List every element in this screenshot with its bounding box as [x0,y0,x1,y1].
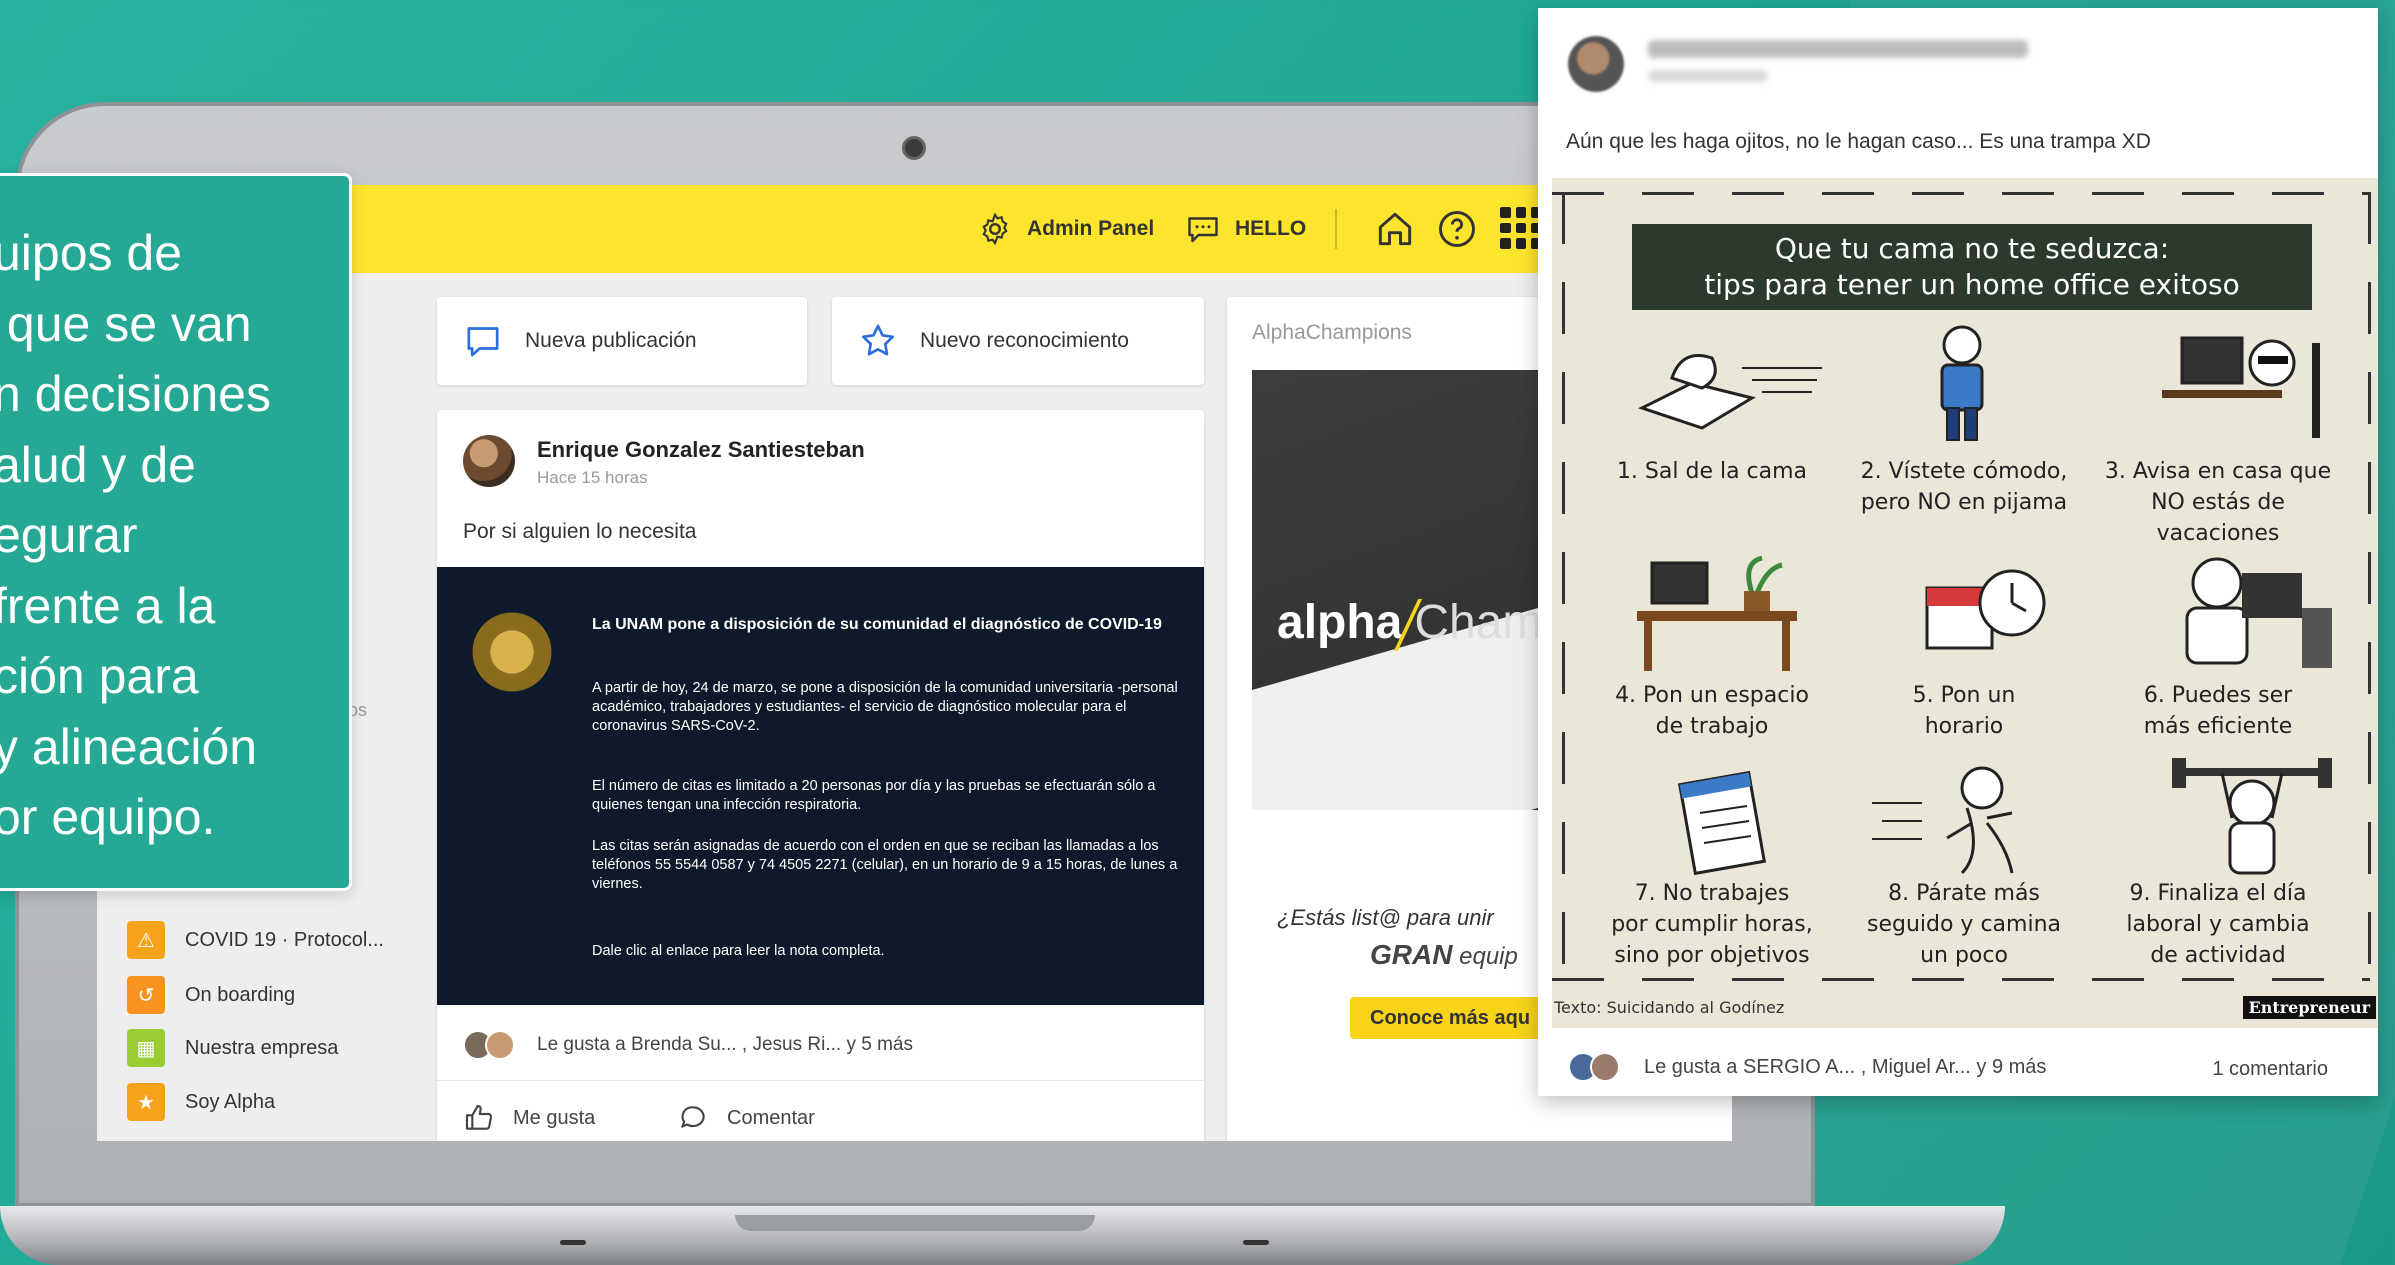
image-paragraph: Dale clic al enlace para leer la nota co… [592,943,885,959]
poster-credit: Texto: Suicidando al Godínez [1554,998,1785,1017]
help-icon[interactable] [1435,207,1479,251]
liker-avatars [463,1030,519,1060]
tip-7: 7. No trabajes por cumplir horas, sino p… [1611,881,1813,968]
tip-5: 5. Pon un horario [1912,683,2016,739]
bed-icon [1638,354,1822,430]
sidebar-item-soy-alpha[interactable]: ★ Soy Alpha [127,1082,275,1122]
image-title: La UNAM pone a disposición de su comunid… [592,616,1162,633]
tip-6: 6. Puedes ser más eficiente [2143,683,2293,739]
laptop-camera [902,136,926,160]
onboarding-icon: ↺ [127,976,165,1014]
gear-icon [982,212,1008,246]
building-icon: ▦ [127,1029,165,1067]
sidebar-item-label: COVID 19 · Protocol... [185,928,384,951]
hello-label: HELLO [1235,217,1307,240]
likes-row[interactable]: Le gusta a SERGIO A... , Miguel Ar... y … [1568,1052,2046,1082]
comment-icon [681,1106,705,1128]
admin-panel-label: Admin Panel [1027,217,1155,240]
new-recognition-label: Nuevo reconocimiento [920,329,1129,352]
sidebar-item-label: On boarding [185,983,296,1006]
laptop-foot [560,1240,586,1245]
weightlifting-icon [2172,758,2332,875]
post-image[interactable]: La UNAM pone a disposición de su comunid… [437,567,1204,1005]
likes-text: Le gusta a SERGIO A... , Miguel Ar... y … [1644,1055,2047,1078]
walking-icon [1872,766,2014,875]
tip-2: 2. Vístete cómodo, pero NO en pijama [1860,459,2068,515]
chat-icon [1188,217,1218,243]
sidebar-item-onboarding[interactable]: ↺ On boarding [127,975,295,1015]
sidebar-item-covid[interactable]: ⚠ COVID 19 · Protocol... [127,920,384,960]
laptop-notch [735,1215,1095,1231]
entrepreneur-logo: Entrepreneur [2242,996,2376,1019]
likes-text: Le gusta a Brenda Su... , Jesus Ri... y … [537,1034,913,1055]
new-post-label: Nueva publicación [525,329,697,352]
topbar-divider [1335,209,1337,249]
floating-post-card: Aún que les haga ojitos, no le hagan cas… [1538,8,2378,1096]
post-card: Enrique Gonzalez Santiesteban Hace 15 ho… [437,410,1204,1141]
image-paragraph: El número de citas es limitado a 20 pers… [592,778,1156,813]
post-time: Hace 15 horas [537,468,648,487]
hello-link[interactable]: HELLO [1185,205,1306,253]
image-paragraph: A partir de hoy, 24 de marzo, se pone a … [592,680,1178,734]
sidebar-item-nuestra-empresa[interactable]: ▦ Nuestra empresa [127,1028,338,1068]
alphachampions-logo: alpha Champ [1277,595,1569,652]
thumbs-up-icon [465,1104,493,1130]
home-office-poster[interactable]: Que tu cama no te seduzca: tips para ten… [1552,178,2378,1028]
admin-panel-link[interactable]: Admin Panel [977,205,1154,253]
post-divider [437,1080,1204,1081]
promo-question: ¿Estás list@ para unir [1277,905,1494,930]
post-author[interactable]: Enrique Gonzalez Santiesteban [537,437,865,463]
callout-box: uipos de que se van n decisiones alud y … [0,173,352,891]
poster-title: Que tu cama no te seduzca: tips para ten… [1632,224,2312,310]
apps-grid-icon[interactable] [1500,207,1542,249]
liker-avatars [1568,1052,1624,1082]
protocol-icon: ⚠ [127,921,165,959]
tip-4: 4. Pon un espacio de trabajo [1615,683,1809,739]
image-paragraph: Las citas serán asignadas de acuerdo con… [592,838,1178,892]
chat-bubble-icon [467,327,499,357]
home-icon[interactable] [1373,207,1417,251]
blurred-author-name [1648,40,2028,58]
new-recognition-button[interactable]: Nuevo reconocimiento [832,297,1204,385]
checklist-icon [1677,770,1767,876]
tip-3: 3. Avisa en casa que NO estás de vacacio… [2104,459,2332,546]
card-title: AlphaChampions [1252,321,1412,344]
tip-1: 1. Sal de la cama [1616,459,1808,484]
sidebar-item-label: Nuestra empresa [185,1036,339,1059]
post-text: Por si alguien lo necesita [463,520,697,543]
calendar-clock-icon [1925,569,2046,650]
poster-border-top [1552,192,2370,195]
blurred-post-time [1648,70,1768,82]
poster-border-left [1562,192,1565,978]
desk-worker-icon [2162,336,2320,438]
post-caption: Aún que les haga ojitos, no le hagan cas… [1566,130,2151,153]
avatar[interactable] [463,435,515,487]
tip-8: 8. Párate más seguido y camina un poco [1867,881,2061,968]
like-label: Me gusta [513,1106,596,1129]
avatar[interactable] [1568,36,1624,92]
efficient-worker-icon [2185,557,2332,668]
new-post-button[interactable]: Nueva publicación [437,297,807,385]
likes-row[interactable]: Le gusta a Brenda Su... , Jesus Ri... y … [463,1030,913,1060]
like-button[interactable]: Me gusta [463,1102,595,1134]
comment-button[interactable]: Comentar [677,1102,815,1134]
sidebar-item-label: Soy Alpha [185,1090,276,1113]
dressed-person-icon [1940,325,1984,441]
comment-label: Comentar [727,1106,815,1129]
star-outline-icon [862,324,894,356]
poster-border-right [2368,192,2371,978]
poster-border-bottom [1552,978,2370,981]
promo-question-2: GRAN equip [1370,939,1518,970]
workspace-icon [1637,555,1797,671]
comments-count-link[interactable]: 1 comentario [2212,1058,2328,1081]
laptop-foot [1243,1240,1269,1245]
tip-9: 9. Finaliza el día laboral y cambia de a… [2126,881,2310,968]
star-icon: ★ [127,1083,165,1121]
callout-text: uipos de que se van n decisiones alud y … [0,225,271,845]
unam-crest-logo [467,607,557,707]
